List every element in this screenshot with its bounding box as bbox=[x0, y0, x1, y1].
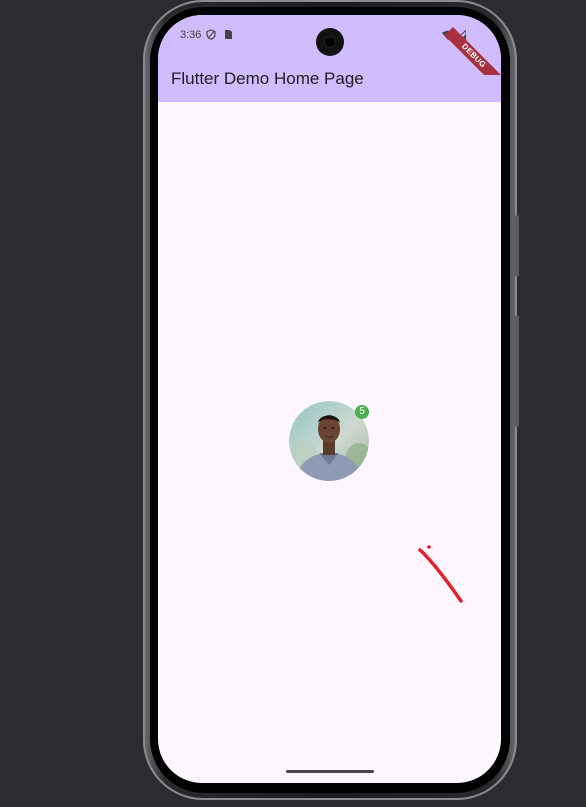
power-button[interactable] bbox=[515, 215, 519, 277]
notification-badge: 5 bbox=[355, 405, 369, 419]
volume-button[interactable] bbox=[515, 315, 519, 427]
emulator-desktop: 3:36 Flutter Demo Home Page DEBUG 5 bbox=[0, 0, 586, 807]
front-camera bbox=[316, 28, 344, 56]
home-indicator[interactable] bbox=[286, 770, 374, 773]
status-time: 3:36 bbox=[180, 29, 202, 41]
debug-banner: DEBUG bbox=[441, 15, 501, 75]
device-screen: 3:36 Flutter Demo Home Page DEBUG 5 bbox=[158, 15, 501, 783]
shield-icon bbox=[206, 29, 216, 40]
avatar-with-badge[interactable]: 5 bbox=[289, 401, 371, 483]
sim-card-icon bbox=[225, 30, 232, 39]
app-bar-title: Flutter Demo Home Page bbox=[171, 69, 364, 88]
debug-banner-label: DEBUG bbox=[444, 27, 501, 75]
camera-lens bbox=[325, 37, 335, 47]
drawn-stroke bbox=[418, 545, 463, 603]
